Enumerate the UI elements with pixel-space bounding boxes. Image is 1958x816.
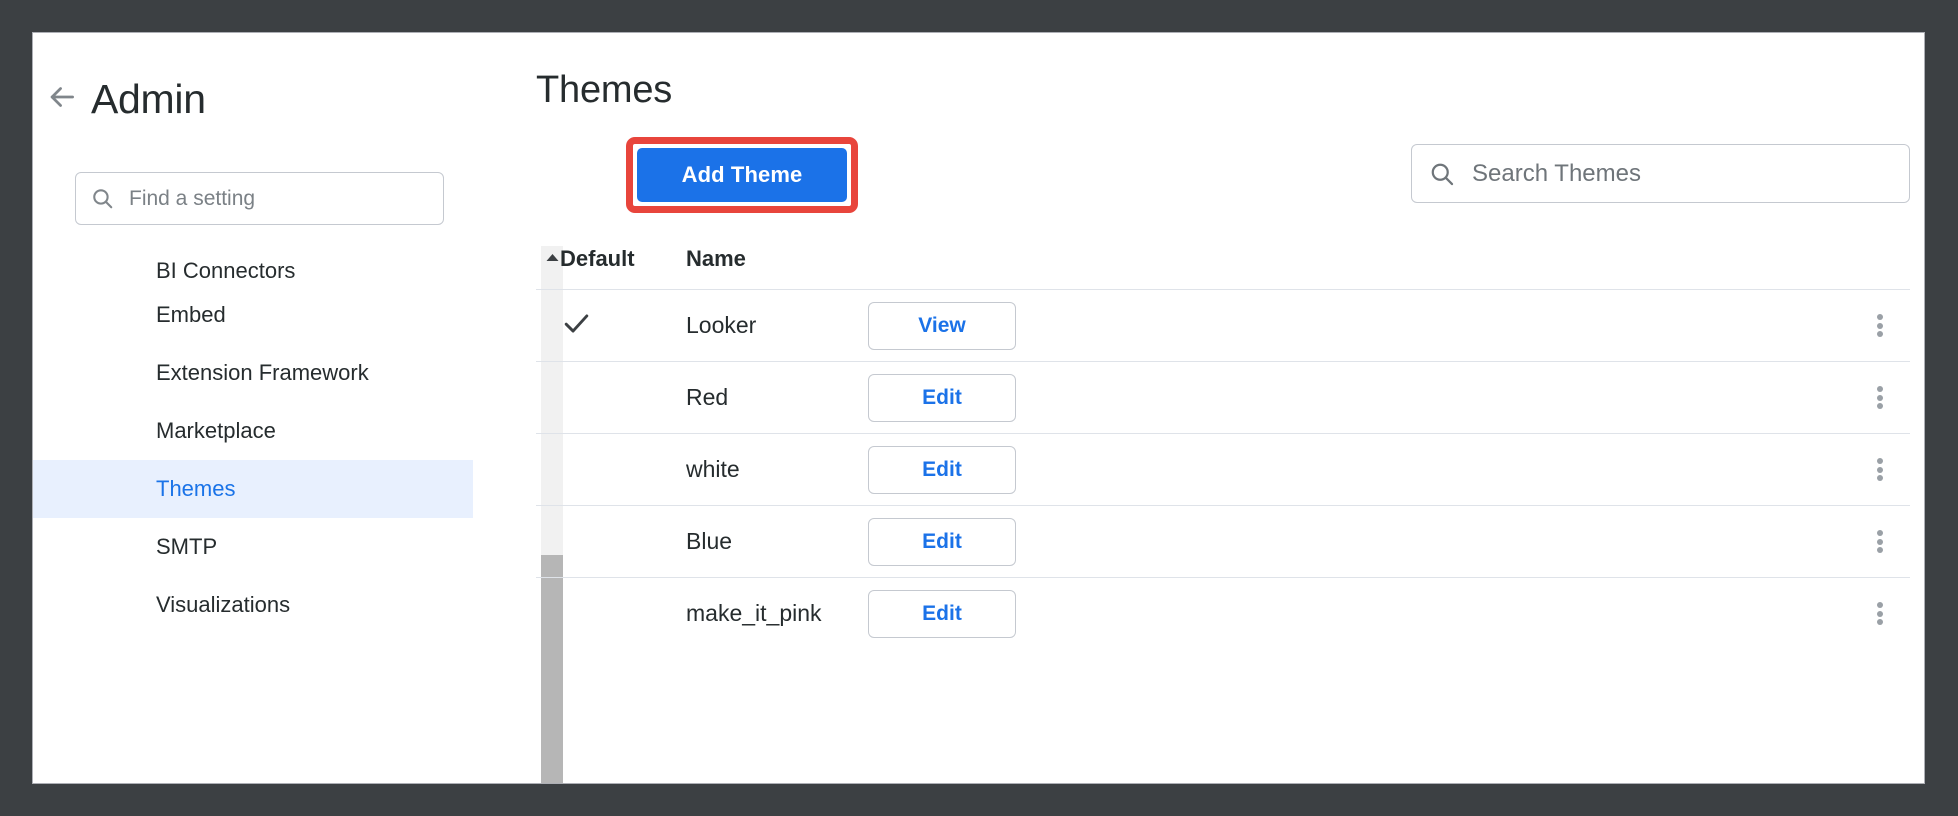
cell-theme-name: Blue — [686, 528, 868, 555]
sidebar-item-label: SMTP — [156, 534, 217, 560]
cell-action: Edit — [868, 374, 1078, 422]
sidebar-item-label: Themes — [156, 476, 235, 502]
edit-theme-button[interactable]: Edit — [868, 446, 1016, 494]
cell-default — [536, 307, 686, 345]
search-icon — [76, 186, 129, 211]
themes-table: Default Name Looker — [536, 246, 1910, 649]
check-icon — [560, 307, 593, 345]
sidebar-item-extension-framework[interactable]: Extension Framework — [33, 344, 473, 402]
view-theme-button[interactable]: View — [868, 302, 1016, 350]
content-window: Admin BI Connectors Embed — [32, 32, 1925, 784]
search-themes-input[interactable] — [1472, 160, 1909, 188]
cell-theme-name: Red — [686, 384, 868, 411]
themes-toolbar: Add Theme — [536, 137, 1910, 211]
sidebar-item-label: BI Connectors — [156, 258, 295, 284]
edit-theme-button[interactable]: Edit — [868, 590, 1016, 638]
table-row[interactable]: white Edit — [536, 433, 1910, 505]
sidebar-item-label: Extension Framework — [156, 360, 369, 386]
add-theme-button[interactable]: Add Theme — [637, 148, 847, 202]
cell-theme-name: Looker — [686, 312, 868, 339]
back-button[interactable] — [33, 80, 91, 119]
sidebar-item-embed[interactable]: Embed — [33, 286, 473, 344]
table-row[interactable]: Blue Edit — [536, 505, 1910, 577]
cell-action: Edit — [868, 590, 1078, 638]
admin-sidebar: Admin BI Connectors Embed — [33, 33, 536, 783]
arrow-left-icon — [45, 80, 79, 119]
kebab-menu-icon[interactable] — [1850, 528, 1910, 556]
sidebar-item-bi-connectors[interactable]: BI Connectors — [33, 246, 473, 286]
themes-main-panel: Themes Add Theme Defa — [536, 33, 1924, 783]
search-themes-field[interactable] — [1411, 144, 1910, 203]
cell-theme-name: make_it_pink — [686, 600, 868, 627]
settings-nav-list: BI Connectors Embed Extension Framework … — [33, 246, 473, 783]
sidebar-item-smtp[interactable]: SMTP — [33, 518, 473, 576]
table-row[interactable]: Looker View — [536, 289, 1910, 361]
page-title-themes: Themes — [536, 69, 672, 112]
edit-theme-button[interactable]: Edit — [868, 374, 1016, 422]
cell-action: Edit — [868, 518, 1078, 566]
cell-theme-name: white — [686, 456, 868, 483]
cell-action: Edit — [868, 446, 1078, 494]
add-theme-highlight-annotation: Add Theme — [626, 137, 858, 213]
kebab-menu-icon[interactable] — [1850, 456, 1910, 484]
sidebar-item-visualizations[interactable]: Visualizations — [33, 576, 473, 634]
sidebar-item-themes[interactable]: Themes — [33, 460, 473, 518]
page-title-admin: Admin — [91, 76, 206, 123]
search-icon — [1412, 160, 1472, 188]
table-row[interactable]: make_it_pink Edit — [536, 577, 1910, 649]
kebab-menu-icon[interactable] — [1850, 600, 1910, 628]
sidebar-item-marketplace[interactable]: Marketplace — [33, 402, 473, 460]
find-setting-input[interactable] — [129, 187, 443, 211]
kebab-menu-icon[interactable] — [1850, 384, 1910, 412]
cell-action: View — [868, 302, 1078, 350]
sidebar-item-label: Marketplace — [156, 418, 276, 444]
kebab-menu-icon[interactable] — [1850, 312, 1910, 340]
table-row[interactable]: Red Edit — [536, 361, 1910, 433]
sidebar-item-label: Embed — [156, 302, 226, 328]
find-setting-field[interactable] — [75, 172, 444, 225]
edit-theme-button[interactable]: Edit — [868, 518, 1016, 566]
column-header-name: Name — [686, 246, 868, 272]
column-header-default: Default — [536, 246, 686, 272]
table-header-row: Default Name — [536, 246, 1910, 289]
app-frame: Admin BI Connectors Embed — [0, 0, 1958, 816]
admin-header: Admin — [33, 69, 206, 129]
sidebar-item-label: Visualizations — [156, 592, 290, 618]
